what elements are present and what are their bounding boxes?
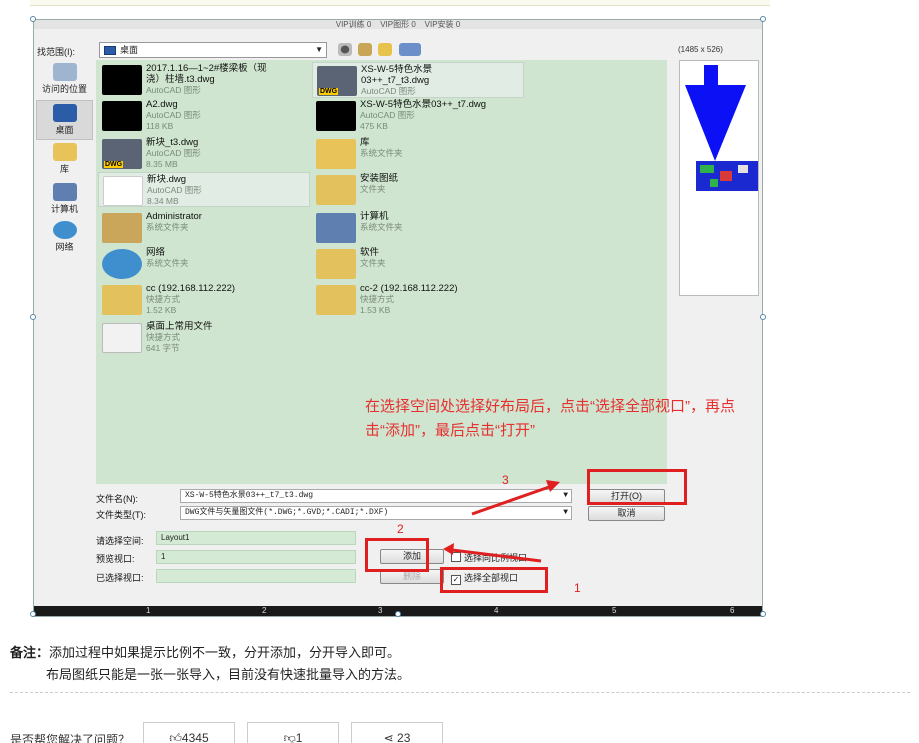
- like-button[interactable]: 👍︎4345: [143, 722, 235, 743]
- dislike-button[interactable]: 👎︎1: [247, 722, 339, 743]
- cad-open-dialog-screenshot: VIP训练 0 VIP图形 0 VIP安装 0 找范围(I): 桌面 ▼ (14…: [33, 19, 763, 617]
- resize-handle[interactable]: [760, 611, 766, 617]
- step-number-3: 3: [502, 473, 509, 487]
- layout-tab[interactable]: 6: [730, 606, 734, 615]
- share-button[interactable]: ⋖ 23: [351, 722, 443, 743]
- resize-handle[interactable]: [395, 611, 401, 617]
- resize-handle[interactable]: [760, 314, 766, 320]
- layout-tab[interactable]: 3: [378, 606, 382, 615]
- layout-tab[interactable]: 4: [494, 606, 498, 615]
- layout-tab[interactable]: 5: [612, 606, 616, 615]
- note-label: 备注：: [10, 645, 50, 660]
- thumbs-up-icon: 👍︎: [169, 731, 182, 743]
- thumbs-down-icon: 👎︎: [283, 731, 296, 743]
- share-count: 23: [397, 731, 411, 743]
- resize-handle[interactable]: [30, 611, 36, 617]
- note-line-2: 布局图纸只能是一张一张导入，目前没有快速批量导入的方法。: [46, 667, 411, 682]
- layout-tab[interactable]: 1: [146, 606, 150, 615]
- note-line-1: 添加过程中如果提示比例不一致，分开添加，分开导入即可。: [49, 645, 401, 660]
- top-strip: [30, 0, 770, 6]
- layout-tab[interactable]: 2: [262, 606, 266, 615]
- step-number-1: 1: [574, 581, 581, 595]
- resize-handle[interactable]: [30, 314, 36, 320]
- resize-handle[interactable]: [760, 16, 766, 22]
- dislike-count: 1: [295, 731, 303, 743]
- page-root: VIP训练 0 VIP图形 0 VIP安装 0 找范围(I): 桌面 ▼ (14…: [0, 0, 919, 743]
- note-block: 备注：添加过程中如果提示比例不一致，分开添加，分开导入即可。 布局图纸只能是一张…: [10, 642, 890, 686]
- step-number-2: 2: [397, 522, 404, 536]
- resize-handle[interactable]: [30, 16, 36, 22]
- helpful-question: 是否帮您解决了问题？: [10, 733, 131, 743]
- like-count: 4345: [181, 731, 209, 743]
- share-icon: ⋖: [383, 731, 398, 743]
- divider: [10, 692, 910, 693]
